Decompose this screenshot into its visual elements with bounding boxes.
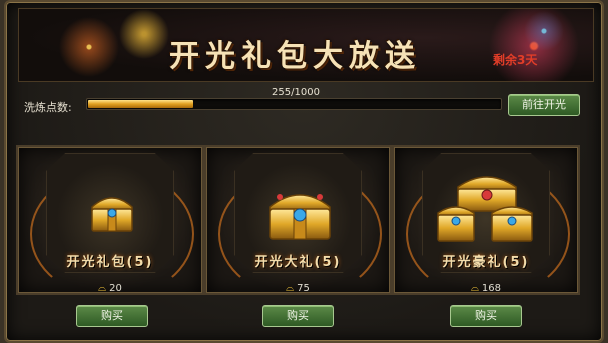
price-value: 20	[109, 283, 122, 294]
progress-fill	[88, 100, 193, 108]
buy-button-2[interactable]: 购买	[262, 305, 334, 327]
firework-icon	[524, 11, 564, 51]
goto-consecrate-button[interactable]: 前往开光	[508, 94, 580, 116]
price-value: 168	[481, 283, 501, 294]
item-price: ⌓ 20	[18, 283, 202, 294]
gold-ingot-icon: ⌓	[470, 283, 479, 294]
item-price: ⌓ 75	[206, 283, 390, 294]
days-left-label: 剩余3天	[493, 53, 538, 67]
treasure-chests-icon	[434, 167, 540, 247]
firework-icon	[59, 17, 119, 77]
window-title: 开光礼包大放送	[169, 39, 421, 74]
gold-ingot-icon: ⌓	[286, 283, 295, 294]
item-card-3[interactable]: 开光豪礼(5) ⌓ 168	[392, 145, 580, 299]
item-card-2[interactable]: 开光大礼(5) ⌓ 75	[204, 145, 392, 299]
progress-bar	[86, 98, 502, 110]
gold-ingot-icon: ⌓	[98, 283, 107, 294]
item-name: 开光礼包(5)	[66, 255, 154, 270]
firework-icon	[119, 9, 169, 59]
price-value: 75	[297, 283, 310, 294]
buy-button-3[interactable]: 购买	[450, 305, 522, 327]
progress-count: 255/1000	[272, 87, 320, 98]
gift-pack-window: 开光礼包大放送 剩余3天 洗炼点数: 255/1000 前往开光 开光礼包(5)	[4, 0, 604, 343]
treasure-chest-icon	[262, 181, 338, 243]
item-card-1[interactable]: 开光礼包(5) ⌓ 20	[16, 145, 204, 299]
treasure-chest-icon	[86, 187, 138, 235]
item-name: 开光豪礼(5)	[442, 255, 530, 270]
progress-label: 洗炼点数:	[24, 101, 72, 114]
item-name: 开光大礼(5)	[254, 255, 342, 270]
buy-button-1[interactable]: 购买	[76, 305, 148, 327]
item-price: ⌓ 168	[394, 283, 578, 294]
title-banner: 开光礼包大放送 剩余3天	[18, 8, 594, 82]
